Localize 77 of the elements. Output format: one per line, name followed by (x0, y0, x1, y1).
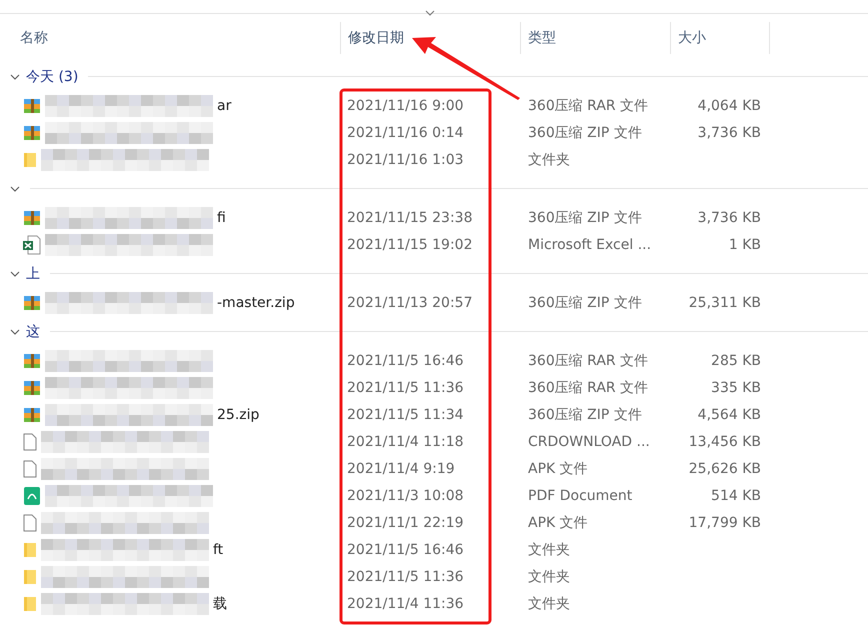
file-type: 360压缩 RAR 文件 (528, 352, 648, 368)
pdf-file-icon (23, 486, 41, 506)
modified-date: 2021/11/16 0:14 (347, 124, 464, 140)
file-type: Microsoft Excel ... (528, 236, 652, 252)
modified-date: 2021/11/3 10:08 (347, 488, 464, 504)
modified-date: 2021/11/16 9:00 (347, 98, 464, 114)
file-icon (23, 460, 37, 478)
file-size: 285 KB (711, 352, 761, 368)
file-size: 3,736 KB (698, 210, 761, 226)
file-icon (23, 514, 37, 532)
column-header[interactable]: 名称 (20, 28, 48, 46)
file-name[interactable]: ar (217, 98, 232, 114)
modified-date: 2021/11/5 11:36 (347, 380, 464, 396)
modified-date: 2021/11/15 19:02 (347, 236, 472, 252)
modified-date: 2021/11/4 9:19 (347, 460, 455, 476)
modified-date: 2021/11/4 11:36 (347, 596, 464, 612)
group-label[interactable]: 上 (26, 264, 40, 282)
archive-icon (23, 406, 41, 424)
chevron-icon[interactable] (10, 328, 20, 334)
file-size: 25,311 KB (688, 294, 761, 310)
file-size: 4,564 KB (698, 406, 761, 422)
modified-date: 2021/11/5 16:46 (347, 352, 464, 368)
modified-date: 2021/11/5 16:46 (347, 542, 464, 558)
file-type: 文件夹 (528, 596, 570, 612)
chevron-icon[interactable] (10, 270, 20, 276)
group-label[interactable]: 这 (26, 322, 40, 340)
modified-date: 2021/11/15 23:38 (347, 210, 472, 226)
archive-icon (23, 352, 41, 370)
file-size: 25,626 KB (688, 460, 761, 476)
file-type: PDF Document (528, 488, 632, 504)
file-name[interactable]: fi (217, 210, 226, 226)
file-type: 360压缩 RAR 文件 (528, 380, 648, 396)
file-size: 17,799 KB (688, 514, 761, 530)
file-size: 1 KB (728, 236, 761, 252)
file-name[interactable]: 载 (213, 594, 227, 612)
file-type: 文件夹 (528, 152, 570, 168)
folder-icon (23, 568, 37, 584)
archive-icon (23, 294, 41, 312)
file-name[interactable]: 25.zip (217, 406, 260, 422)
file-size: 3,736 KB (698, 124, 761, 140)
spreadsheet-icon (23, 234, 41, 254)
folder-icon (23, 596, 37, 612)
file-type: 360压缩 ZIP 文件 (528, 210, 642, 226)
folder-icon (23, 152, 37, 168)
archive-icon (23, 124, 41, 142)
modified-date: 2021/11/5 11:34 (347, 406, 464, 422)
file-size: 4,064 KB (698, 98, 761, 114)
file-type: APK 文件 (528, 514, 588, 530)
file-type: CRDOWNLOAD ... (528, 434, 650, 450)
file-type: APK 文件 (528, 460, 588, 476)
file-type: 360压缩 ZIP 文件 (528, 294, 642, 310)
file-icon (23, 432, 37, 450)
column-header[interactable]: 大小 (678, 28, 706, 46)
modified-date: 2021/11/1 22:19 (347, 514, 464, 530)
modified-date: 2021/11/5 11:36 (347, 568, 464, 584)
file-name[interactable]: -master.zip (217, 294, 295, 310)
file-name[interactable]: ft (213, 542, 224, 558)
file-type: 360压缩 ZIP 文件 (528, 124, 642, 140)
chevron-icon[interactable] (10, 186, 20, 192)
modified-date: 2021/11/4 11:18 (347, 434, 464, 450)
folder-icon (23, 542, 37, 558)
file-type: 文件夹 (528, 542, 570, 558)
group-label[interactable]: 今天 (3) (26, 68, 78, 86)
file-size: 13,456 KB (688, 434, 761, 450)
chevron-icon[interactable] (10, 74, 20, 80)
file-type: 360压缩 RAR 文件 (528, 98, 648, 114)
archive-icon (23, 208, 41, 226)
file-type: 文件夹 (528, 568, 570, 584)
column-header[interactable]: 类型 (528, 28, 556, 46)
file-size: 514 KB (711, 488, 761, 504)
modified-date: 2021/11/16 1:03 (347, 152, 464, 168)
file-size: 335 KB (711, 380, 761, 396)
archive-icon (23, 96, 41, 114)
column-header[interactable]: 修改日期 (348, 28, 404, 46)
modified-date: 2021/11/13 20:57 (347, 294, 472, 310)
file-type: 360压缩 ZIP 文件 (528, 406, 642, 422)
archive-icon (23, 378, 41, 396)
